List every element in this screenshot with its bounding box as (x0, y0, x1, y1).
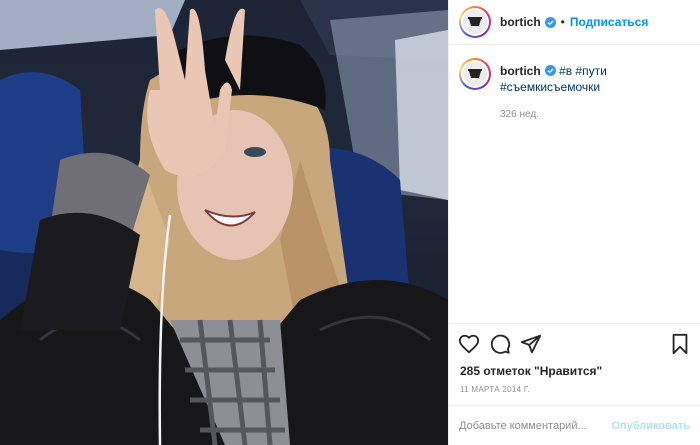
action-bar (449, 323, 700, 363)
comment-input[interactable] (459, 419, 612, 432)
bookmark-icon[interactable] (669, 333, 691, 355)
comment-form: Опубликовать (449, 405, 700, 445)
verified-badge-icon (544, 65, 556, 76)
avatar-logo-icon (463, 62, 487, 86)
avatar-ring (461, 8, 489, 36)
hashtag-link[interactable]: #в (559, 64, 572, 78)
caption-body: bortich #в #пути #съемкисъемочки 326 нед… (500, 58, 607, 323)
header-username[interactable]: bortich (500, 15, 541, 29)
instagram-post: bortich • Подписаться bortich #в #пути #… (0, 0, 700, 445)
caption-text: bortich #в #пути #съемкисъемочки (500, 63, 607, 95)
header-separator: • (560, 15, 565, 29)
post-header: bortich • Подписаться (449, 0, 700, 45)
comment-icon[interactable] (489, 333, 511, 355)
caption-block: bortich #в #пути #съемкисъемочки 326 нед… (449, 45, 700, 323)
post-date[interactable]: 11 МАРТА 2014 Г. (449, 379, 700, 405)
follow-button[interactable]: Подписаться (570, 15, 648, 29)
heart-icon[interactable] (458, 333, 480, 355)
caption-age[interactable]: 326 нед. (500, 107, 607, 123)
avatar[interactable] (459, 6, 491, 38)
share-icon[interactable] (520, 333, 542, 355)
selfie-illustration (0, 0, 448, 445)
caption-avatar-image (463, 62, 487, 86)
caption-avatar-ring (461, 60, 489, 88)
avatar-image (463, 10, 487, 34)
publish-button[interactable]: Опубликовать (611, 420, 690, 432)
hashtag-link[interactable]: #пути (575, 64, 606, 78)
verified-badge-icon (544, 16, 556, 28)
caption-avatar[interactable] (459, 58, 491, 90)
avatar-logo-icon (463, 10, 487, 34)
post-side-panel: bortich • Подписаться bortich #в #пути #… (448, 0, 700, 445)
caption-username[interactable]: bortich (500, 64, 541, 78)
likes-count[interactable]: 285 отметок "Нравится" (449, 363, 700, 379)
post-photo[interactable] (0, 0, 448, 445)
hashtag-link[interactable]: #съемкисъемочки (500, 80, 600, 94)
